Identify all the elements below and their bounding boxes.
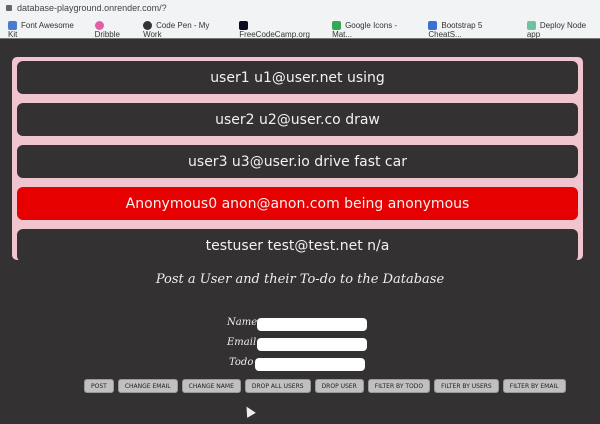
bookmark-label: Code Pen - My Work <box>143 21 210 39</box>
vue-icon <box>526 21 536 30</box>
post-button[interactable]: POST <box>84 379 114 393</box>
name-label: Name <box>227 317 258 328</box>
change-email-button[interactable]: CHANGE EMAIL <box>117 379 178 393</box>
todo-label: Todo <box>229 357 254 368</box>
user-row[interactable]: user2 u2@user.co draw <box>17 103 578 136</box>
bookmarks-bar: Font Awesome Kit Dribble Code Pen - My W… <box>8 21 600 39</box>
action-buttons: POST CHANGE EMAIL CHANGE NAME DROP ALL U… <box>84 379 566 393</box>
bookmark-label: Google Icons - Mat... <box>332 21 398 39</box>
bookmark-label: Font Awesome Kit <box>8 21 74 39</box>
url-text: database-playground.onrender.com/? <box>17 3 167 13</box>
todo-input[interactable] <box>255 358 365 371</box>
bookmark[interactable]: Code Pen - My Work <box>143 21 228 39</box>
checkmark-icon <box>428 21 438 30</box>
address-bar[interactable]: database-playground.onrender.com/? <box>6 3 167 13</box>
form-heading: Post a User and their To-do to the Datab… <box>155 272 445 287</box>
drop-all-users-button[interactable]: DROP ALL USERS <box>244 379 311 393</box>
browser-chrome: database-playground.onrender.com/? Font … <box>0 0 600 39</box>
drop-user-button[interactable]: DROP USER <box>314 379 364 393</box>
codepen-icon <box>143 21 153 30</box>
user-row-highlighted[interactable]: Anonymous0 anon@anon.com being anonymous <box>17 187 578 220</box>
filter-by-email-button[interactable]: FILTER BY EMAIL <box>502 379 566 393</box>
bookmark[interactable]: Dribble <box>94 21 132 39</box>
change-name-button[interactable]: CHANGE NAME <box>181 379 241 393</box>
email-label: Email <box>227 337 257 348</box>
freecodecamp-icon <box>239 21 249 30</box>
dribbble-icon <box>94 21 104 30</box>
filter-by-todo-button[interactable]: FILTER BY TODO <box>367 379 431 393</box>
user-row[interactable]: user1 u1@user.net using <box>17 61 578 94</box>
bookmark[interactable]: Bootstrap 5 CheatS... <box>428 21 515 39</box>
bookmark[interactable]: Deploy Node app <box>526 21 600 39</box>
lock-icon <box>6 5 12 11</box>
name-input[interactable] <box>257 318 367 331</box>
user-row[interactable]: user3 u3@user.io drive fast car <box>17 145 578 178</box>
bookmark[interactable]: Google Icons - Mat... <box>332 21 417 39</box>
bookmark-label: Dribble <box>94 30 120 39</box>
bookmark[interactable]: Font Awesome Kit <box>8 21 84 39</box>
filter-by-users-button[interactable]: FILTER BY USERS <box>434 379 499 393</box>
bookmark[interactable]: FreeCodeCamp.org <box>239 21 321 39</box>
email-input[interactable] <box>257 338 367 351</box>
font-awesome-icon <box>8 21 17 30</box>
user-list[interactable]: user1 u1@user.net using user2 u2@user.co… <box>12 57 583 260</box>
google-icons-icon <box>332 21 342 30</box>
bookmark-label: FreeCodeCamp.org <box>239 30 310 39</box>
mouse-cursor-icon <box>242 404 256 418</box>
user-row[interactable]: testuser test@test.net n/a <box>17 229 578 260</box>
